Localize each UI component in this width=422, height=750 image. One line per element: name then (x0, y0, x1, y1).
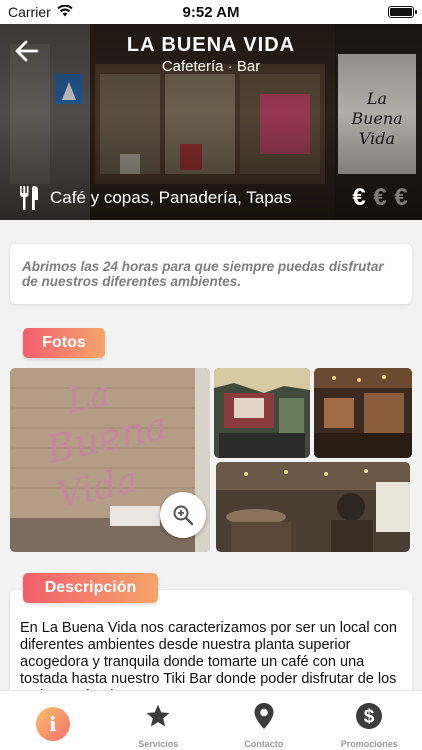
venue-header: La Buena Vida LA BUENA VIDA Cafetería · … (0, 24, 422, 220)
tab-bar: i Servicios Contacto $ Promociones (0, 690, 422, 750)
venue-categories: Café y copas, Panadería, Tapas (50, 188, 292, 207)
header-info-row: Café y copas, Panadería, Tapas € € € (18, 184, 410, 212)
price-level: € € € (350, 184, 410, 212)
svg-text:$: $ (364, 707, 375, 728)
photo-thumbnail-image (214, 368, 310, 458)
battery-icon (388, 6, 417, 18)
wifi-icon (57, 4, 73, 20)
price-symbol: € (373, 184, 387, 211)
zoom-button[interactable] (160, 492, 206, 538)
tab-contacto-label: Contacto (244, 739, 284, 749)
status-left: Carrier (8, 4, 73, 20)
photo-main[interactable]: La Buena Vida (10, 368, 210, 552)
venue-subtitle: Cafetería · Bar (161, 58, 261, 75)
price-symbol: € (352, 184, 366, 211)
tab-promociones-label: Promociones (340, 739, 398, 749)
map-pin-icon (254, 703, 274, 729)
intro-card: Abrimos las 24 horas para que siempre pu… (10, 244, 412, 304)
status-bar: Carrier 9:52 AM (0, 0, 422, 24)
tab-promociones[interactable]: $ Promociones (317, 691, 422, 750)
tab-servicios-label: Servicios (138, 739, 179, 749)
zoom-in-icon (173, 505, 194, 526)
photo-thumbnail[interactable] (216, 462, 410, 552)
photo-thumbnail[interactable] (214, 368, 310, 458)
info-icon: i (35, 707, 70, 741)
tab-contacto[interactable]: Contacto (211, 691, 317, 750)
price-symbol: € (394, 184, 408, 211)
photo-thumbnail-image (216, 462, 410, 552)
description-text: En La Buena Vida nos caracterizamos por … (20, 620, 397, 698)
venue-title: LA BUENA VIDA (126, 34, 296, 56)
tab-servicios[interactable]: Servicios (106, 691, 212, 750)
carrier-label: Carrier (8, 4, 51, 20)
tab-info[interactable]: i (0, 691, 106, 750)
cutlery-icon (20, 186, 38, 210)
photos-section-label: Fotos (23, 328, 105, 358)
description-section-label: Descripción (23, 573, 158, 603)
dollar-icon: $ (356, 703, 383, 729)
star-icon (146, 704, 170, 727)
photo-thumbnail-image (314, 368, 412, 458)
description-card: En La Buena Vida nos caracterizamos por … (10, 590, 412, 698)
photo-thumbnail[interactable] (314, 368, 412, 458)
intro-text: Abrimos las 24 horas para que siempre pu… (22, 259, 384, 289)
